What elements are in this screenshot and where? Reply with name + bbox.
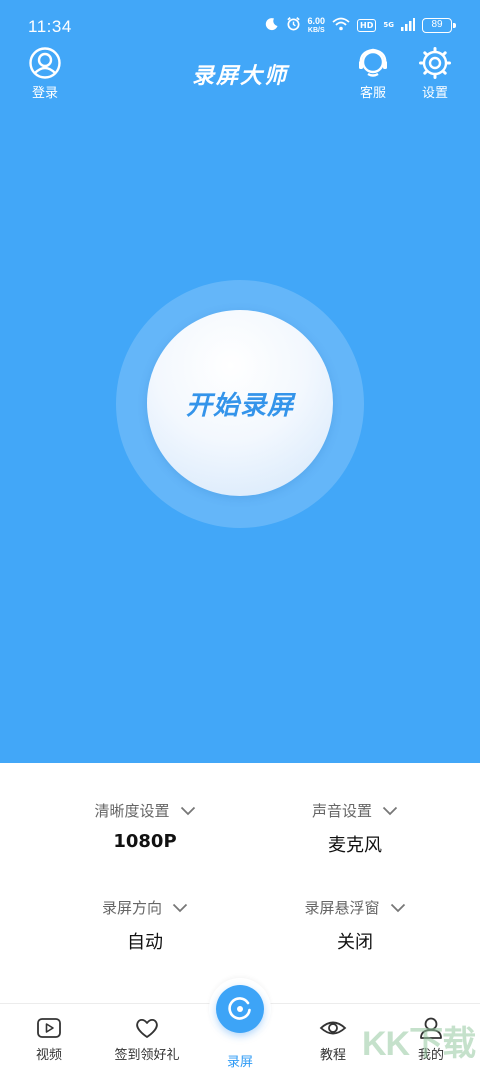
orientation-value: 自动 bbox=[127, 932, 163, 953]
watermark: KK下载 bbox=[362, 1025, 476, 1063]
gear-icon bbox=[419, 47, 451, 79]
tab-video-label: 视频 bbox=[35, 1048, 62, 1063]
network-type: 5G bbox=[383, 22, 394, 29]
chevron-down-icon bbox=[390, 903, 405, 912]
status-icons: 6.00 KB/S HD 5G 89 bbox=[265, 15, 456, 35]
audio-value: 麦克风 bbox=[328, 835, 382, 856]
settings-button[interactable]: 设置 bbox=[410, 46, 460, 101]
tab-record[interactable]: 录屏 bbox=[195, 1051, 285, 1070]
tab-tutorial-label: 教程 bbox=[319, 1048, 346, 1063]
orientation-setting[interactable]: 录屏方向 自动 bbox=[45, 897, 245, 954]
floating-window-setting[interactable]: 录屏悬浮窗 关闭 bbox=[255, 897, 455, 954]
tab-sign-label: 签到领好礼 bbox=[114, 1048, 180, 1063]
start-recording-label: 开始录屏 bbox=[185, 390, 294, 421]
eye-icon bbox=[319, 1021, 347, 1035]
signal-icon bbox=[401, 16, 415, 35]
floating-window-label: 录屏悬浮窗 bbox=[304, 899, 380, 917]
customer-service-button[interactable]: 客服 bbox=[348, 46, 398, 101]
video-icon bbox=[37, 1018, 61, 1038]
wifi-icon bbox=[332, 16, 350, 35]
hd-badge: HD bbox=[357, 19, 377, 32]
resolution-setting[interactable]: 清晰度设置 1080P bbox=[45, 800, 245, 852]
status-bar: 11:34 6.00 KB/S HD 5G 89 bbox=[0, 0, 480, 56]
tab-sign-in-reward[interactable]: 签到领好礼 bbox=[102, 1016, 192, 1063]
audio-label: 声音设置 bbox=[311, 802, 372, 820]
orientation-label: 录屏方向 bbox=[101, 899, 162, 917]
net-speed-unit: KB/S bbox=[307, 26, 325, 34]
heart-icon bbox=[136, 1018, 158, 1038]
status-time: 11:34 bbox=[28, 17, 72, 36]
start-recording-button[interactable]: 开始录屏 bbox=[147, 310, 333, 496]
record-icon bbox=[228, 997, 251, 1020]
service-label: 客服 bbox=[359, 86, 386, 101]
chevron-down-icon bbox=[180, 806, 195, 815]
tab-record-button[interactable] bbox=[216, 985, 264, 1033]
net-speed: 6.00 KB/S bbox=[307, 15, 326, 35]
floating-window-value: 关闭 bbox=[337, 932, 373, 953]
resolution-value: 1080P bbox=[113, 831, 177, 852]
app-title: 录屏大师 bbox=[191, 64, 288, 89]
net-speed-value: 6.00 bbox=[307, 15, 326, 26]
resolution-label: 清晰度设置 bbox=[94, 802, 170, 820]
alarm-icon bbox=[286, 16, 301, 35]
network-type-label: 5G bbox=[383, 21, 394, 29]
tab-video[interactable]: 视频 bbox=[4, 1016, 94, 1063]
moon-icon bbox=[265, 16, 279, 35]
tab-record-label: 录屏 bbox=[226, 1055, 253, 1070]
chevron-down-icon bbox=[382, 806, 398, 815]
chevron-down-icon bbox=[172, 903, 188, 912]
audio-setting[interactable]: 声音设置 麦克风 bbox=[255, 800, 455, 857]
headset-icon bbox=[359, 48, 387, 77]
battery-indicator: 89 bbox=[422, 18, 456, 33]
settings-label: 设置 bbox=[421, 86, 448, 101]
